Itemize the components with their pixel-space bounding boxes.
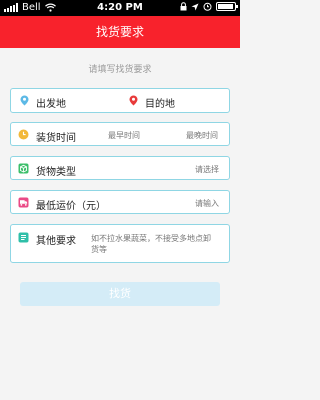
other-requirements-card[interactable]: 其他要求 如不拉水果蔬菜，不接受多地点卸 货等 [10,224,230,263]
earliest-time-field[interactable]: 最早时间 [108,130,140,141]
route-card: 出发地 目的地 [10,88,230,113]
alarm-icon [203,2,212,11]
min-freight-label: 最低运价（元） [36,201,106,212]
other-requirements-hint-line2: 货等 [91,245,107,254]
other-requirements-hint-line1: 如不拉水果蔬菜，不接受多地点卸 [91,234,211,243]
package-icon [18,163,29,174]
cargo-type-select[interactable]: 请选择 [195,164,219,175]
cargo-type-card[interactable]: 货物类型 请选择 [10,156,230,180]
destination-label: 目的地 [145,99,175,110]
destination-pin-icon [129,95,138,106]
battery-icon [216,2,238,11]
location-icon [191,3,199,10]
latest-time-field[interactable]: 最晚时间 [186,130,218,141]
nav-bar: 找货要求 [0,16,240,48]
destination-field[interactable]: 目的地 [121,89,229,112]
page-title: 找货要求 [95,25,144,39]
origin-field[interactable]: 出发地 [11,89,121,112]
origin-label: 出发地 [36,99,66,110]
find-cargo-button[interactable]: 找货 [20,282,220,306]
lock-icon [180,2,187,11]
cargo-type-label: 货物类型 [36,167,76,178]
clock-icon [18,129,29,140]
other-requirements-label: 其他要求 [36,236,76,247]
form-prompt: 请填写找货要求 [88,65,152,75]
note-icon [18,232,29,243]
min-freight-card: 最低运价（元） 请输入 [10,190,230,214]
loading-time-card: 装货时间 最早时间 最晚时间 [10,122,230,146]
loading-time-label: 装货时间 [36,133,76,144]
min-freight-input[interactable]: 请输入 [195,198,219,209]
origin-pin-icon [20,95,29,106]
truck-icon [18,197,29,208]
status-bar: Bell 4:20 PM [0,0,240,16]
